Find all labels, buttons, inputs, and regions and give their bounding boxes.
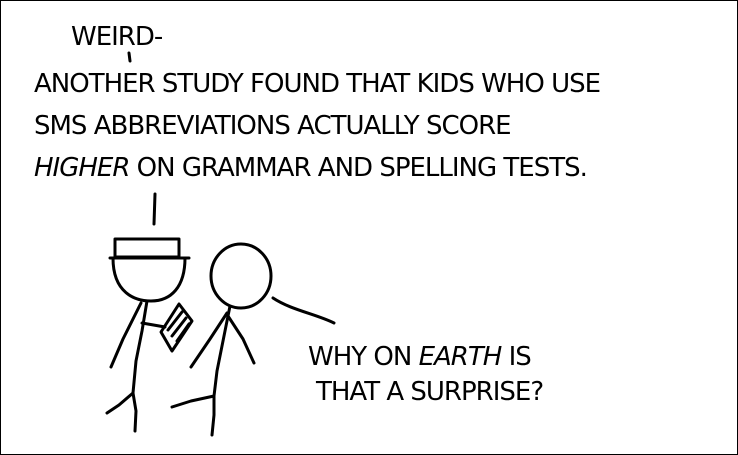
hat-figure-right-leg (131, 391, 138, 433)
speech-tick-weird (127, 51, 132, 63)
plain-figure-left-arm (189, 311, 229, 369)
plain-figure-left-leg (170, 394, 216, 409)
plain-figure (170, 242, 273, 437)
comic-drawing (105, 51, 336, 437)
plain-figure-right-leg (210, 394, 216, 437)
hat-crown (113, 237, 181, 259)
speech-curve-speaker2 (271, 296, 336, 325)
hat-figure-right-arm (140, 321, 167, 329)
hat-figure (105, 237, 191, 433)
hat-figure-left-leg (105, 391, 135, 415)
speech-tick-speaker1 (152, 192, 157, 226)
hat-figure-head (111, 256, 187, 303)
plain-figure-head (209, 242, 273, 310)
phone-in-hand (159, 302, 194, 353)
comic-panel: Weird- Another study found that kids who… (0, 0, 738, 455)
plain-figure-right-arm (226, 314, 256, 365)
